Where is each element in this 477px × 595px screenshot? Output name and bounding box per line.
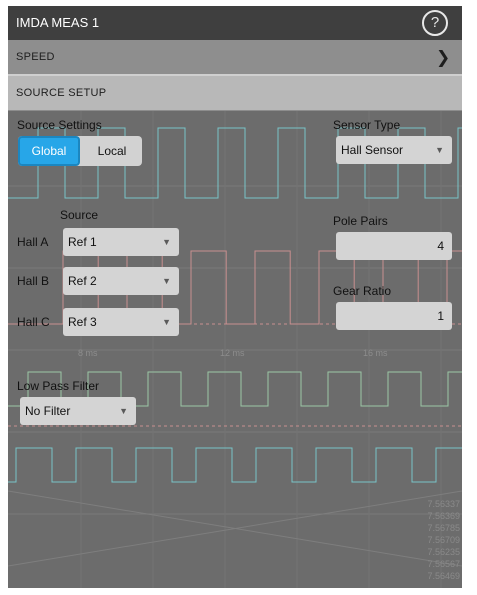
speed-label: SPEED	[16, 51, 55, 63]
low-pass-filter-label: Low Pass Filter	[17, 379, 100, 393]
chevron-right-icon: ❯	[436, 48, 451, 67]
speed-row[interactable]: SPEED ❯	[8, 40, 462, 75]
gear-ratio-input[interactable]: 1	[336, 302, 452, 330]
low-pass-filter-dropdown[interactable]: No Filter ▼	[20, 397, 136, 425]
source-setup-label: SOURCE SETUP	[16, 87, 107, 99]
pole-pairs-value: 4	[437, 239, 444, 253]
readout-value: 7.56785	[427, 523, 460, 533]
hall-a-value: Ref 1	[68, 235, 97, 249]
hall-c-label: Hall C	[17, 315, 50, 329]
time-tick: 8 ms	[78, 348, 98, 358]
panel-title: IMDA MEAS 1	[16, 15, 100, 30]
time-tick: 12 ms	[220, 348, 245, 358]
hall-b-value: Ref 2	[68, 274, 97, 288]
gear-ratio-label: Gear Ratio	[333, 284, 392, 298]
source-settings-label: Source Settings	[17, 118, 102, 132]
chevron-down-icon: ▼	[162, 237, 171, 247]
chevron-down-icon: ▼	[162, 317, 171, 327]
gear-ratio-value: 1	[437, 309, 444, 323]
low-pass-filter-value: No Filter	[25, 404, 71, 418]
hall-b-label: Hall B	[17, 274, 50, 288]
waveform-trace	[8, 447, 462, 483]
local-button[interactable]: Local	[82, 136, 142, 166]
readout-value: 7.56567	[427, 559, 460, 569]
imda-meas-panel: IMDA MEAS 1 ? SPEED ❯ SOURCE SETUP Sourc…	[8, 6, 462, 588]
chevron-down-icon: ▼	[162, 276, 171, 286]
readout-value: 7.56709	[427, 535, 460, 545]
help-icon[interactable]: ?	[422, 10, 448, 36]
source-header: Source	[60, 208, 99, 222]
title-bar: IMDA MEAS 1 ?	[8, 6, 462, 40]
hall-a-dropdown[interactable]: Ref 1 ▼	[63, 228, 179, 256]
chevron-down-icon: ▼	[435, 145, 444, 155]
sensor-type-label: Sensor Type	[333, 118, 401, 132]
time-tick: 16 ms	[363, 348, 388, 358]
readout-value: 7.56369	[427, 511, 460, 521]
readout-value: 7.56469	[427, 571, 460, 581]
hall-c-dropdown[interactable]: Ref 3 ▼	[63, 308, 179, 336]
source-setup-row[interactable]: SOURCE SETUP	[8, 74, 462, 111]
sensor-type-value: Hall Sensor	[341, 143, 404, 157]
hall-b-dropdown[interactable]: Ref 2 ▼	[63, 267, 179, 295]
readout-value: 7.56235	[427, 547, 460, 557]
sensor-type-dropdown[interactable]: Hall Sensor ▼	[336, 136, 452, 164]
readout-value: 7.56337	[427, 499, 460, 509]
hall-c-value: Ref 3	[68, 315, 97, 329]
chevron-down-icon: ▼	[119, 406, 128, 416]
global-button[interactable]: Global	[18, 136, 80, 166]
source-settings-toggle: Global Local	[18, 136, 142, 166]
pole-pairs-input[interactable]: 4	[336, 232, 452, 260]
hall-a-label: Hall A	[17, 235, 49, 249]
pole-pairs-label: Pole Pairs	[333, 214, 388, 228]
